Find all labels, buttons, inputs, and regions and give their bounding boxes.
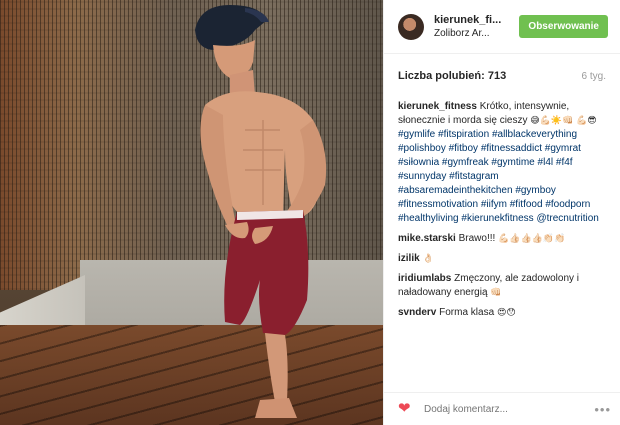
location-link[interactable]: Żoliborz Ar... bbox=[434, 28, 519, 39]
hashtag-link[interactable]: #sunnyday bbox=[398, 171, 446, 182]
post-header: kierunek_fi... Żoliborz Ar... Obserwowan… bbox=[384, 0, 620, 54]
avatar[interactable] bbox=[398, 13, 424, 40]
hashtag-link[interactable]: #polishboy bbox=[398, 143, 446, 154]
hashtag-link[interactable]: #fitnessaddict bbox=[481, 143, 542, 154]
hashtag-link[interactable]: #fitnessmotivation bbox=[398, 199, 478, 210]
hashtag-link[interactable]: #allblackeverything bbox=[492, 129, 577, 140]
hashtag-link[interactable]: #siłownia bbox=[398, 157, 439, 168]
post-photo[interactable] bbox=[0, 0, 383, 425]
comment-bar: ❤ ••• bbox=[384, 392, 620, 425]
comment-item: iridiumlabs Zmęczony, ale zadowolony i n… bbox=[398, 272, 606, 300]
caption-hashtags: #gymlife #fitspiration #allblackeverythi… bbox=[398, 129, 599, 224]
comment-item: svnderv Forma klasa 😍😯 bbox=[398, 306, 606, 320]
comment-item: mike.starski Brawo!!! 💪🏻👍🏻👍🏻👍🏻👏🏻👏🏻 bbox=[398, 232, 606, 246]
comment-text: Brawo!!! bbox=[458, 233, 496, 244]
comment-emoji: 💪🏻👍🏻👍🏻👍🏻👏🏻👏🏻 bbox=[498, 234, 566, 244]
follow-button[interactable]: Obserwowanie bbox=[519, 15, 608, 38]
hashtag-link[interactable]: #fitspiration bbox=[438, 129, 489, 140]
caption-username[interactable]: kierunek_fitness bbox=[398, 101, 477, 112]
caption: kierunek_fitness Krótko, intensywnie, sł… bbox=[398, 100, 606, 226]
hashtag-link[interactable]: #fitfood bbox=[510, 199, 543, 210]
caption-emoji-2: 💪🏻😎 bbox=[576, 116, 597, 126]
username-link[interactable]: kierunek_fi... bbox=[434, 14, 519, 26]
more-icon[interactable]: ••• bbox=[594, 402, 611, 417]
comment-text: Forma klasa bbox=[439, 307, 495, 318]
caption-emoji-1: 😅💪🏻☀️👊🏻 bbox=[530, 116, 574, 126]
person-figure bbox=[185, 0, 355, 425]
likes-count[interactable]: Liczba polubień: 713 bbox=[398, 70, 506, 82]
comment-username[interactable]: iridiumlabs bbox=[398, 273, 451, 284]
hashtag-link[interactable]: #gymlife bbox=[398, 129, 435, 140]
hashtag-link[interactable]: #l4l bbox=[538, 157, 554, 168]
comment-username[interactable]: svnderv bbox=[398, 307, 436, 318]
post-time[interactable]: 6 tyg. bbox=[582, 71, 606, 82]
comment-input[interactable] bbox=[424, 403, 595, 415]
user-info: kierunek_fi... Żoliborz Ar... bbox=[434, 14, 519, 39]
hashtag-link[interactable]: @trecnutrition bbox=[536, 213, 598, 224]
hashtag-link[interactable]: #iifym bbox=[481, 199, 507, 210]
hashtag-link[interactable]: #absaremadeinthekitchen bbox=[398, 185, 513, 196]
comment-username[interactable]: mike.starski bbox=[398, 233, 456, 244]
hashtag-link[interactable]: #gymfreak bbox=[442, 157, 489, 168]
hashtag-link[interactable]: #kierunekfitness bbox=[461, 213, 533, 224]
hashtag-link[interactable]: #gymrat bbox=[545, 143, 581, 154]
comment-emoji: 😍😯 bbox=[496, 308, 516, 318]
hashtag-link[interactable]: #gymtime bbox=[491, 157, 534, 168]
comment-emoji: 👊🏻 bbox=[490, 288, 502, 298]
comments-list: kierunek_fitness Krótko, intensywnie, sł… bbox=[384, 92, 620, 320]
post-side-panel: kierunek_fi... Żoliborz Ar... Obserwowan… bbox=[383, 0, 620, 425]
comment-username[interactable]: izilik bbox=[398, 253, 420, 264]
hashtag-link[interactable]: #foodporn bbox=[545, 199, 590, 210]
comment-emoji: 👌🏻 bbox=[422, 254, 434, 264]
hashtag-link[interactable]: #fitstagram bbox=[449, 171, 498, 182]
hashtag-link[interactable]: #gymboy bbox=[515, 185, 556, 196]
likes-row: Liczba polubień: 713 6 tyg. bbox=[384, 54, 620, 92]
hashtag-link[interactable]: #f4f bbox=[556, 157, 573, 168]
heart-icon[interactable]: ❤ bbox=[398, 401, 414, 417]
hashtag-link[interactable]: #healthyliving bbox=[398, 213, 459, 224]
hashtag-link[interactable]: #fitboy bbox=[449, 143, 478, 154]
comment-item: izilik 👌🏻 bbox=[398, 252, 606, 266]
